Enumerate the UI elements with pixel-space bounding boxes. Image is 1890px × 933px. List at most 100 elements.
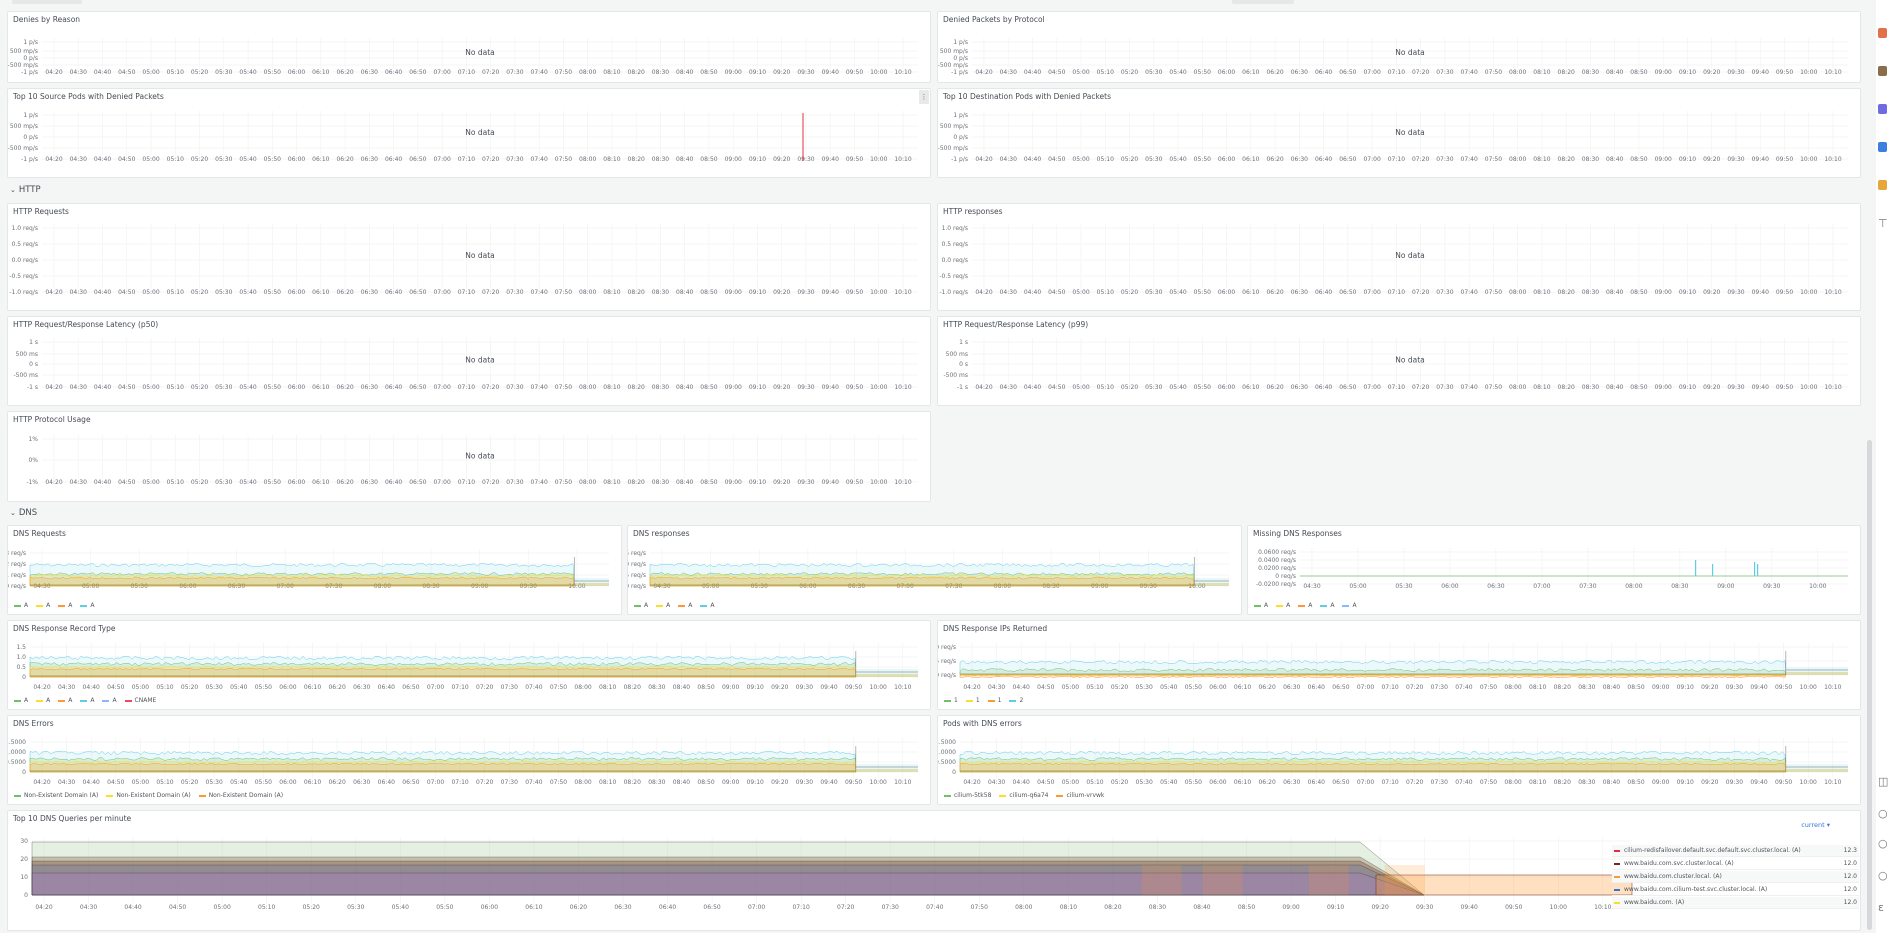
legend-item[interactable]: A bbox=[678, 602, 692, 609]
panel-graph[interactable]: 1 s 500 ms 0 s -500 ms -1 s 04:20 04:30 04:40 04… bbox=[938, 317, 1861, 406]
panel-graph[interactable]: 1 p/s500 mp/s0 p/s-500 mp/s-1 p/s 04:20 04… bbox=[8, 89, 931, 178]
legend-item[interactable]: A bbox=[14, 602, 28, 609]
panel-dns-ips-returned[interactable]: DNS Response IPs Returned1.0 req/s0.5 re… bbox=[937, 620, 1861, 710]
legend-row[interactable]: www.baidu.com. (A) 12.0 bbox=[1612, 897, 1859, 909]
legend-item[interactable]: cilium-vrvwk bbox=[1056, 792, 1104, 799]
row-header-http[interactable]: ⌄ HTTP bbox=[10, 185, 41, 195]
legend-item[interactable]: A bbox=[700, 602, 714, 609]
more-icon[interactable]: ε bbox=[1878, 902, 1887, 913]
panel-dns-requests[interactable]: DNS Requests3 req/s2 req/s1 req/s0 req/s… bbox=[7, 525, 622, 615]
legend-item[interactable]: cilium-5tk58 bbox=[944, 792, 991, 799]
panel-missing-dns[interactable]: Missing DNS Responses 0.0600 req/s 0.0400 … bbox=[1247, 525, 1861, 615]
panel-legend[interactable]: AAAA bbox=[634, 602, 722, 609]
panel-legend[interactable]: AAAA bbox=[14, 602, 102, 609]
x-tick-label: 04:30 bbox=[58, 779, 75, 786]
panel-denies-by-reason[interactable]: Denies by Reason 1 p/s 500 mp/s 0 p/s -500 m… bbox=[7, 11, 931, 83]
legend-item[interactable]: A bbox=[1342, 602, 1357, 609]
legend-item[interactable]: A bbox=[102, 697, 117, 704]
legend-item[interactable]: CNAME bbox=[124, 697, 156, 704]
x-tick-label: 08:40 bbox=[1606, 69, 1623, 76]
panel-legend[interactable]: Non-Existent Domain (A) Non-Existent Doma… bbox=[14, 792, 291, 799]
legend-item[interactable]: 2 bbox=[1009, 697, 1023, 704]
panel-graph[interactable]: 1 s 500 ms 0 s -500 ms -1 s 04:20 04:30 04:40 04… bbox=[8, 317, 931, 406]
panel-dns-record-type[interactable]: DNS Response Record Type 1.5 1.0 0.5 0 04:20 0… bbox=[7, 620, 931, 710]
legend-item[interactable]: A bbox=[80, 697, 94, 704]
panel-http-requests[interactable]: HTTP Requests 1.0 req/s 0.5 req/s 0.0 req/s… bbox=[7, 203, 931, 311]
legend-item[interactable]: A bbox=[1254, 602, 1268, 609]
panel-denied-packets-by-protocol[interactable]: Denied Packets by Protocol 1 p/s 500 mp/s 0… bbox=[937, 11, 1861, 83]
panel-dns-responses[interactable]: DNS responses1.5 req/s1.0 req/s0.5 req/s… bbox=[627, 525, 1242, 615]
panel-graph[interactable]: 1 p/s500 mp/s0 p/s-500 mp/s-1 p/s 04:20 04… bbox=[938, 89, 1861, 178]
x-tick-label: 07:10 bbox=[451, 684, 468, 691]
plugin-icon-1[interactable] bbox=[1878, 28, 1887, 38]
legend-item[interactable]: A bbox=[36, 602, 50, 609]
panel-top10-dns-queries[interactable]: Top 10 DNS Queries per minute 30 20 10 0 04:2… bbox=[7, 810, 1861, 931]
panel-legend[interactable]: AAAAA bbox=[1254, 602, 1365, 609]
panel-http-protocol-usage[interactable]: HTTP Protocol Usage 1% 0% -1% 04:20 04:30 04:4… bbox=[7, 411, 931, 502]
panel-http-responses[interactable]: HTTP responses 1.0 req/s 0.5 req/s 0.0 req/… bbox=[937, 203, 1861, 311]
settings-icon[interactable]: ○ bbox=[1878, 870, 1888, 881]
x-tick-label: 05:00 bbox=[1072, 156, 1089, 163]
panel-top10-source-pods[interactable]: Top 10 Source Pods with Denied Packets ⋮ 1… bbox=[7, 88, 931, 178]
legend-item[interactable]: 1 bbox=[944, 697, 958, 704]
panel-graph[interactable]: 1.0 req/s 0.5 req/s 0.0 req/s 04:20 04:30 04:… bbox=[938, 621, 1861, 710]
pin-icon[interactable]: ⊤ bbox=[1878, 218, 1888, 229]
legend-item[interactable]: A bbox=[1276, 602, 1290, 609]
x-tick-label: 04:40 bbox=[94, 156, 111, 163]
legend-item[interactable]: Non-Existent Domain (A) bbox=[14, 792, 98, 799]
legend-item[interactable]: A bbox=[1320, 602, 1334, 609]
panel-dns-errors[interactable]: DNS Errors1.50001.00000.5000004:2004:300… bbox=[7, 715, 931, 805]
legend-item[interactable]: A bbox=[656, 602, 670, 609]
legend-item[interactable]: A bbox=[58, 697, 72, 704]
legend-item[interactable]: cilium-q6a74 bbox=[999, 792, 1048, 799]
x-tick-label: 05:20 bbox=[181, 779, 198, 786]
legend-item[interactable]: A bbox=[634, 602, 648, 609]
panel-legend[interactable]: 1 1 1 2 bbox=[944, 697, 1031, 704]
panel-legend[interactable]: A A A A A CNAME bbox=[14, 697, 164, 704]
panel-legend[interactable]: cilium-5tk58 cilium-q6a74 cilium-vrvwk bbox=[944, 792, 1112, 799]
x-tick-label: 06:50 bbox=[402, 684, 419, 691]
legend-row[interactable]: cilium-redisfailover.default.svc.default… bbox=[1612, 845, 1859, 857]
legend-item[interactable]: 1 bbox=[965, 697, 980, 704]
panel-latency-p50[interactable]: HTTP Request/Response Latency (p50) 1 s 50… bbox=[7, 316, 931, 406]
panel-graph[interactable]: 1.0 req/s 0.5 req/s 0.0 req/s -0.5 req/s -1.… bbox=[938, 204, 1861, 311]
panel-graph[interactable]: 1.0 req/s 0.5 req/s 0.0 req/s -0.5 req/s -1.… bbox=[8, 204, 931, 311]
x-tick-label: 05:20 bbox=[1111, 684, 1128, 691]
plugin-icon-4[interactable] bbox=[1878, 142, 1887, 152]
legend-swatch bbox=[999, 794, 1007, 797]
panel-pods-dns-errors[interactable]: Pods with DNS errors1.50001.00000.500000… bbox=[937, 715, 1861, 805]
plugin-icon-5[interactable] bbox=[1878, 180, 1887, 190]
panel-graph[interactable]: 30 20 10 0 04:20 04:30 04:40 04:50 05:00 05:10 05:… bbox=[8, 811, 1861, 931]
y-tick-label: 1% bbox=[28, 436, 38, 443]
x-tick-label: 06:10 bbox=[1234, 779, 1251, 786]
y-tick-label: 0.0 req/s bbox=[942, 257, 968, 264]
row-header-dns[interactable]: ⌄ DNS bbox=[10, 508, 37, 518]
panel-graph[interactable]: 1% 0% -1% 04:20 04:30 04:40 04:50 05:00 05:10 05:… bbox=[8, 412, 931, 502]
panel-graph[interactable]: 1 p/s500 mp/s0 p/s-500 mp/s-1 p/s 04:20 04… bbox=[8, 12, 931, 83]
refresh-icon[interactable]: ○ bbox=[1878, 808, 1888, 819]
y-tick-label: -1 p/s bbox=[951, 69, 968, 76]
legend-item[interactable]: A bbox=[14, 697, 28, 704]
legend-item[interactable]: A bbox=[80, 602, 94, 609]
legend-item[interactable]: A bbox=[1298, 602, 1312, 609]
legend-row[interactable]: www.baidu.com.cilium-test.svc.cluster.lo… bbox=[1612, 884, 1859, 896]
no-data-label: No data bbox=[1395, 251, 1424, 260]
page-scrollbar[interactable] bbox=[1866, 0, 1874, 933]
panel-latency-p99[interactable]: HTTP Request/Response Latency (p99) 1 s 50… bbox=[937, 316, 1861, 406]
legend-item[interactable]: A bbox=[58, 602, 72, 609]
legend-row[interactable]: www.baidu.com.svc.cluster.local. (A) 12.0 bbox=[1612, 858, 1859, 870]
legend-sort-current[interactable]: current ▾ bbox=[1801, 821, 1830, 829]
legend-row[interactable]: www.baidu.com.cluster.local. (A) 12.0 bbox=[1612, 871, 1859, 883]
scrollbar-thumb[interactable] bbox=[1867, 440, 1872, 930]
history-icon[interactable]: ○ bbox=[1878, 838, 1888, 849]
x-tick-label: 07:00 bbox=[433, 479, 450, 486]
panel-graph[interactable]: 1 p/s500 mp/s0 p/s-500 mp/s-1 p/s 04:20 04… bbox=[938, 12, 1861, 83]
legend-item[interactable]: A bbox=[36, 697, 50, 704]
panel-top10-dest-pods[interactable]: Top 10 Destination Pods with Denied Pack… bbox=[937, 88, 1861, 178]
panel-expand-icon[interactable]: ◫ bbox=[1878, 776, 1888, 787]
legend-item[interactable]: 1 bbox=[987, 697, 1001, 704]
legend-item[interactable]: Non-Existent Domain (A) bbox=[106, 792, 191, 799]
plugin-icon-2[interactable] bbox=[1878, 66, 1887, 76]
plugin-icon-3[interactable] bbox=[1878, 104, 1887, 114]
legend-item[interactable]: Non-Existent Domain (A) bbox=[198, 792, 283, 799]
